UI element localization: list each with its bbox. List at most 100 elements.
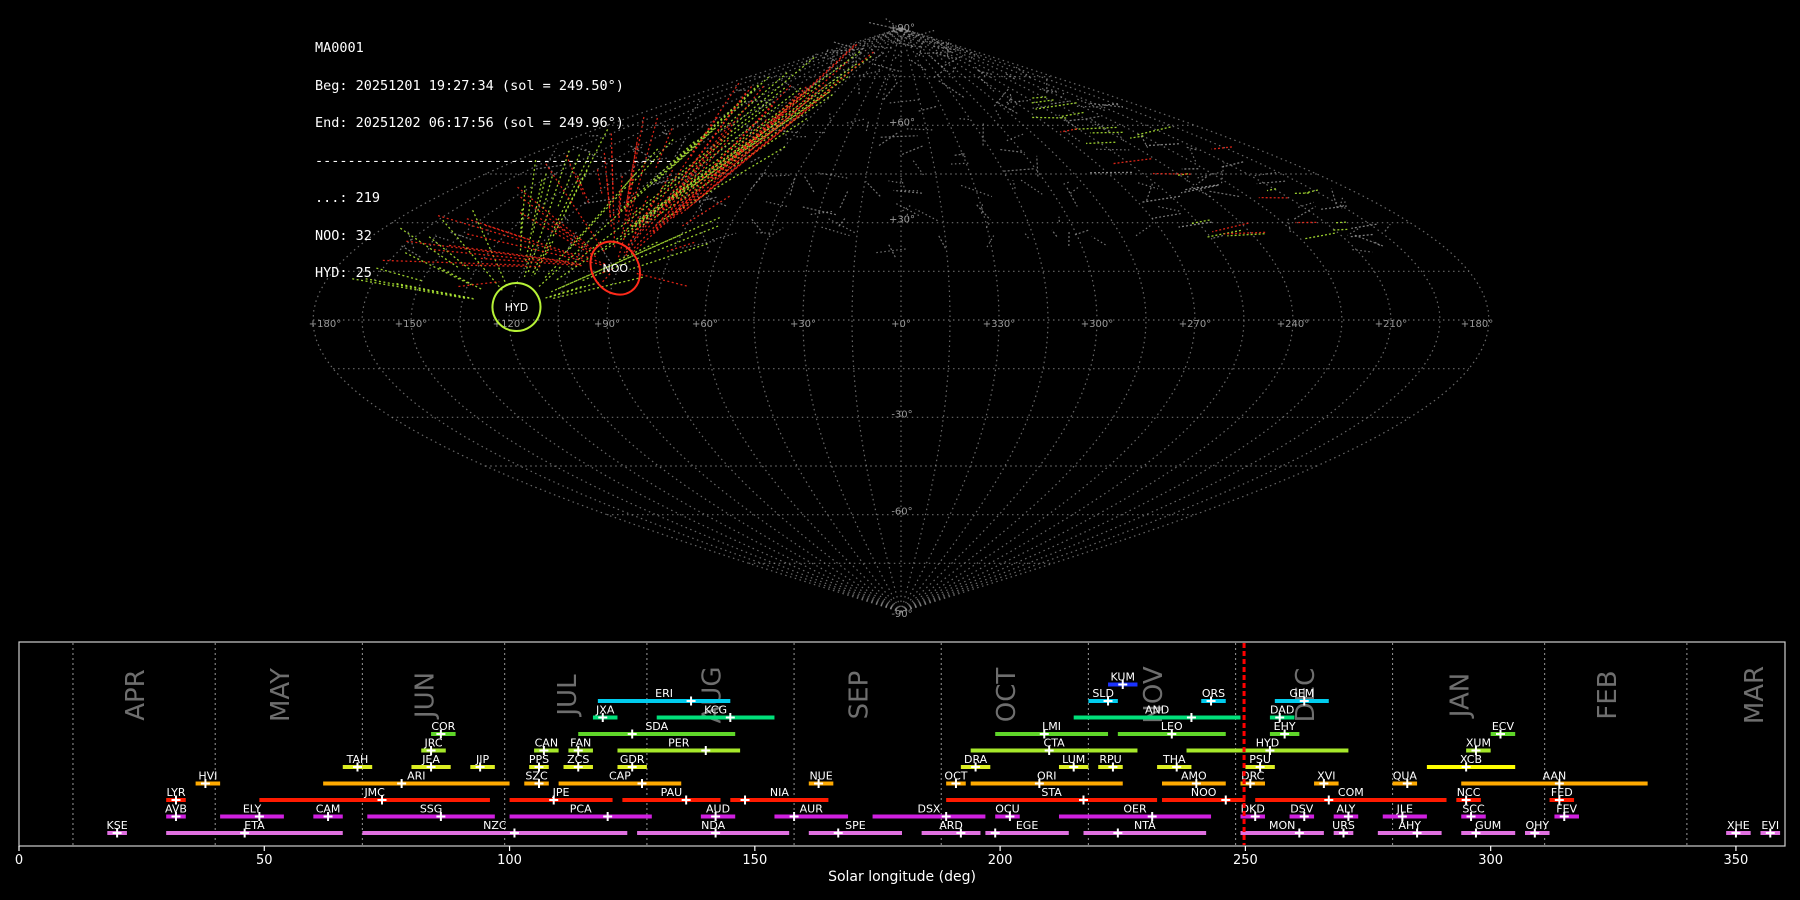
meteor-track [870,48,877,56]
meteor-track [894,202,920,217]
shower-label-kum: KUM [1111,671,1135,684]
x-tick-label: 350 [1724,853,1749,868]
meteor-track [1319,205,1347,211]
meteor-track [1384,223,1391,232]
meteor-track [1081,115,1101,121]
meteor-track [875,76,887,98]
meteor-track [865,180,881,197]
meteor-track [1196,171,1223,179]
meteor-track [940,54,964,68]
shower-label-nta: NTA [1134,819,1156,832]
meteor-track [1266,188,1277,192]
shower-label-aan: AAN [1543,770,1567,783]
shower-label-nzc: NZC [483,819,507,832]
meteor-track [891,70,894,76]
x-tick-label: 200 [988,853,1013,868]
meteor-track [1036,155,1039,177]
shower-label-eri: ERI [655,687,673,700]
lon-tick-label: +150° [395,319,427,330]
shower-label-leo: LEO [1161,720,1183,733]
shower-label-lmi: LMI [1042,720,1061,733]
lat-tick-label: +30° [889,215,915,226]
meteor-track [899,145,923,156]
meteor-track [1066,118,1080,122]
meteor-track [1073,126,1117,130]
count-hyd: HYD: 25 [315,265,372,281]
meteor-track [868,52,885,63]
meteor-track [839,191,849,209]
shower-label-ori: ORI [1037,770,1057,783]
meteor-track [1062,129,1080,142]
count-sporadic: ...: 219 [315,190,381,206]
meteor-track [750,156,761,163]
meteor-track [1331,228,1348,231]
meteor-track [713,61,848,182]
meteor-track [1212,234,1224,239]
meteor-track [712,232,737,241]
shower-label-fev: FEV [1556,803,1577,816]
meteor-track [1091,235,1106,246]
shower-label-gum: GUM [1475,819,1501,832]
meteor-track [1089,131,1123,134]
begin-time: Beg: 20251201 19:27:34 (sol = 249.50°) [315,77,624,94]
shower-label-aud: AUD [706,803,730,816]
shower-label-urs: URS [1332,819,1355,832]
shower-label-hyd: HYD [1256,737,1279,750]
meteor-track [911,159,924,176]
meteor-track [950,162,969,165]
meteor-track [804,176,815,193]
shower-label-oer: OER [1123,803,1147,816]
x-tick-label: 50 [256,853,273,868]
meteor-track [1145,183,1154,203]
shower-label-qua: QUA [1393,770,1418,783]
meteor-track [978,70,993,75]
shower-label-noo: NOO [1191,786,1217,799]
shower-label-sld: SLD [1092,687,1114,700]
meteor-track [1212,222,1249,233]
shower-bars: KUM ERI SLD ORS GEM JXA KCG AND DAD COR SDA LMI LEO E… [107,643,1781,845]
meteor-track [828,218,856,234]
shower-label-oct: OCT [944,770,967,783]
lon-tick-label: +180° [1461,319,1493,330]
meteor-track [1287,217,1291,233]
month-label: JAN [1446,673,1476,719]
meteor-track [1351,223,1377,230]
meteor-track [1031,96,1047,99]
meteor-track [858,53,861,60]
shower-label-aly: ALY [1336,803,1355,816]
meteor-track [1060,111,1084,118]
lat-tick-label: -60° [891,507,912,518]
meteor-track [821,226,850,237]
meteor-track [1103,103,1119,106]
lon-tick-label: +330° [983,319,1015,330]
meteor-track [1211,146,1232,150]
meteor-track [979,77,995,92]
meteor-track [887,40,921,48]
meteor-track [1303,232,1335,240]
lon-tick-label: +180° [309,319,341,330]
shower-label-com: COM [1338,786,1364,799]
shower-label-cap: CAP [609,770,631,783]
meteor-track [882,82,898,101]
meteor-track [894,49,905,59]
shower-label-gdr: GDR [620,753,645,766]
shower-label-avb: AVB [165,803,187,816]
lon-tick-label: +210° [1375,319,1407,330]
meteor-track [1030,116,1067,119]
shower-label-jle: JLE [1396,803,1413,816]
x-tick-label: 300 [1478,853,1503,868]
shower-label-cta: CTA [1044,737,1066,750]
meteor-track [1178,221,1212,228]
meteor-track [818,172,848,179]
shower-label-ely: ELY [243,803,262,816]
meteor-track [1151,212,1181,220]
x-tick-label: 100 [497,853,522,868]
meteor-track [916,105,937,113]
meteor-track [1111,158,1152,165]
shower-label-ege: EGE [1016,819,1038,832]
shower-label-nia: NIA [770,786,789,799]
meteor-track [751,218,764,234]
shower-label-sda: SDA [645,720,668,733]
meteor-track [718,51,861,157]
shower-label-ncc: NCC [1457,786,1481,799]
